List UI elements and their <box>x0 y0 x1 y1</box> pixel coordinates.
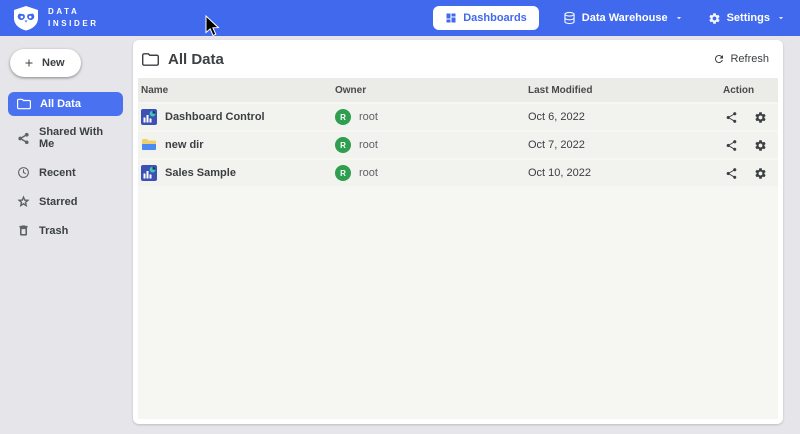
top-navbar: DATA INSIDER Dashboards Data Warehouse <box>0 0 800 36</box>
page-title-text: All Data <box>168 51 224 68</box>
refresh-label: Refresh <box>730 53 769 65</box>
table-row[interactable]: new dir R root Oct 7, 2022 <box>138 132 778 158</box>
cell-name: Sales Sample <box>141 165 335 181</box>
data-warehouse-menu[interactable]: Data Warehouse <box>563 11 684 25</box>
owner-avatar: R <box>335 109 351 125</box>
cell-action <box>723 111 778 124</box>
share-button[interactable] <box>725 111 738 124</box>
dashboards-label: Dashboards <box>463 12 527 24</box>
column-header-name: Name <box>141 85 335 96</box>
settings-gear-button[interactable] <box>754 139 767 152</box>
sidebar-item-label: All Data <box>40 98 81 110</box>
trash-icon <box>17 224 30 237</box>
cell-last-modified: Oct 10, 2022 <box>528 167 723 179</box>
sidebar-item-label: Shared With Me <box>39 126 114 150</box>
star-icon <box>17 195 30 208</box>
data-table: Name Owner Last Modified Action Dashboar… <box>138 78 778 419</box>
chevron-down-icon <box>776 13 786 23</box>
sidebar-item-all-data[interactable]: All Data <box>8 92 123 116</box>
column-header-owner: Owner <box>335 85 528 96</box>
refresh-icon <box>713 53 725 65</box>
folder-icon <box>142 52 159 67</box>
dashboards-button[interactable]: Dashboards <box>433 6 539 30</box>
table-body: Dashboard Control R root Oct 6, 2022 <box>138 104 778 186</box>
file-name: new dir <box>165 139 204 151</box>
cell-owner: R root <box>335 165 528 181</box>
cell-name: new dir <box>141 137 335 153</box>
file-name: Dashboard Control <box>165 111 265 123</box>
share-button[interactable] <box>725 139 738 152</box>
cell-owner: R root <box>335 137 528 153</box>
cell-name: Dashboard Control <box>141 109 335 125</box>
sidebar-item-label: Recent <box>39 167 76 179</box>
cell-last-modified: Oct 6, 2022 <box>528 111 723 123</box>
folder-icon <box>17 98 31 110</box>
new-button[interactable]: New <box>10 49 81 77</box>
navbar-right: Dashboards Data Warehouse Settings <box>433 6 786 30</box>
owner-avatar: R <box>335 165 351 181</box>
chevron-down-icon <box>674 13 684 23</box>
gear-icon <box>708 12 721 25</box>
owner-name: root <box>359 167 378 179</box>
dashboard-grid-icon <box>445 12 457 24</box>
cell-action <box>723 139 778 152</box>
data-warehouse-label: Data Warehouse <box>582 12 668 24</box>
database-icon <box>563 11 576 25</box>
sidebar: New All Data Shared With Me Recent <box>0 36 131 434</box>
table-header-row: Name Owner Last Modified Action <box>138 78 778 102</box>
page-title: All Data <box>142 51 224 68</box>
share-button[interactable] <box>725 167 738 180</box>
file-name: Sales Sample <box>165 167 236 179</box>
sidebar-item-trash[interactable]: Trash <box>8 218 123 243</box>
clock-icon <box>17 166 30 179</box>
plus-icon <box>23 57 35 69</box>
owner-name: root <box>359 139 378 151</box>
main-content-card: All Data Refresh Name Owner Last Modifie… <box>133 40 783 424</box>
dashboard-file-icon <box>141 165 157 181</box>
brand-text: DATA INSIDER <box>48 6 99 29</box>
dashboard-file-icon <box>141 109 157 125</box>
owner-name: root <box>359 111 378 123</box>
table-row[interactable]: Dashboard Control R root Oct 6, 2022 <box>138 104 778 130</box>
folder-file-icon <box>141 137 157 153</box>
settings-gear-button[interactable] <box>754 167 767 180</box>
settings-gear-button[interactable] <box>754 111 767 124</box>
column-header-last-modified: Last Modified <box>528 85 723 96</box>
share-people-icon <box>17 132 30 145</box>
column-header-action: Action <box>723 85 778 96</box>
settings-label: Settings <box>727 12 770 24</box>
content-header: All Data Refresh <box>133 40 783 78</box>
brand: DATA INSIDER <box>12 5 99 31</box>
sidebar-item-starred[interactable]: Starred <box>8 189 123 214</box>
sidebar-item-label: Starred <box>39 196 78 208</box>
sidebar-item-label: Trash <box>39 225 68 237</box>
cell-action <box>723 167 778 180</box>
owl-logo-icon <box>12 5 40 31</box>
new-button-label: New <box>42 57 65 69</box>
owner-avatar: R <box>335 137 351 153</box>
cell-last-modified: Oct 7, 2022 <box>528 139 723 151</box>
table-row[interactable]: Sales Sample R root Oct 10, 2022 <box>138 160 778 186</box>
settings-menu[interactable]: Settings <box>708 12 786 25</box>
sidebar-item-recent[interactable]: Recent <box>8 160 123 185</box>
refresh-button[interactable]: Refresh <box>713 53 769 65</box>
sidebar-item-shared-with-me[interactable]: Shared With Me <box>8 120 123 156</box>
cell-owner: R root <box>335 109 528 125</box>
